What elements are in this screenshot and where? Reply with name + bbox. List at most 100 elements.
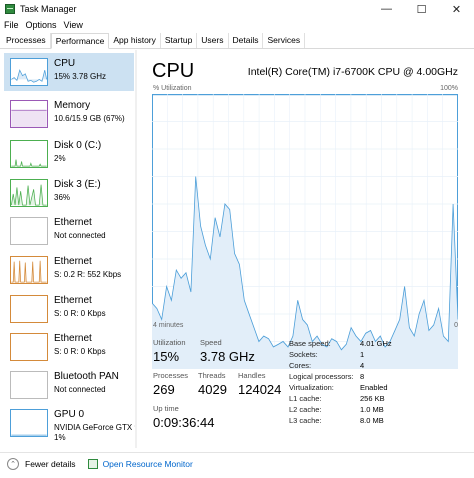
chevron-up-icon[interactable]: ⌃ [7, 457, 19, 470]
l2-cache-value: 1.0 MB [360, 405, 384, 414]
bluetooth-thumbnail-graph [10, 371, 48, 399]
logical-processors-value: 8 [360, 372, 365, 381]
l1-cache-label: L1 cache: [289, 394, 322, 403]
sidebar-item-label: Ethernet [54, 256, 92, 267]
sidebar-item-label: Disk 3 (E:) [54, 179, 101, 190]
ethernet-2-thumb-line [11, 260, 47, 283]
menu-options[interactable]: Options [26, 20, 57, 30]
fewer-details-link[interactable]: Fewer details [25, 459, 76, 469]
sidebar-scrollbar[interactable] [135, 50, 137, 448]
tab-performance[interactable]: Performance [50, 33, 110, 49]
memory-thumbnail-graph [10, 100, 48, 128]
sidebar-item-label: GPU 0 [54, 409, 85, 420]
l1-cache-value: 256 KB [360, 394, 385, 403]
maximize-button[interactable]: ☐ [404, 0, 439, 18]
sockets-label: Sockets: [289, 350, 318, 359]
base-speed-label: Base speed: [289, 339, 331, 348]
minimize-button[interactable]: — [369, 0, 404, 18]
tab-app-history[interactable]: App history [109, 33, 161, 48]
sidebar-item-label: CPU [54, 58, 76, 69]
sidebar-item-ethernet-3[interactable]: Ethernet S: 0 R: 0 Kbps [4, 290, 134, 328]
open-resource-monitor-link[interactable]: Open Resource Monitor [103, 459, 193, 469]
window-title: Task Manager [20, 4, 77, 14]
sidebar-item-detail: Not connected [54, 385, 106, 394]
cpu-utilization-graph [152, 94, 458, 369]
sidebar-item-detail: S: 0 R: 0 Kbps [54, 347, 106, 356]
sidebar-item-disk-3[interactable]: Disk 3 (E:) 36% [4, 174, 134, 212]
window-controls: — ☐ ✕ [369, 0, 474, 18]
threads-label: Threads [198, 371, 226, 380]
sidebar-item-label: Disk 0 (C:) [54, 140, 102, 151]
speed-label: Speed [200, 338, 222, 347]
sidebar-item-detail: Not connected [54, 231, 106, 240]
sidebar-item-detail: S: 0.2 R: 552 Kbps [54, 270, 122, 279]
disk-3-thumbnail-graph [10, 179, 48, 207]
sidebar-item-detail: NVIDIA GeForce GTX 97 [54, 423, 137, 432]
menu-bar: File Options View [0, 18, 474, 32]
sidebar-item-gpu-0[interactable]: GPU 0 NVIDIA GeForce GTX 97 1% [4, 404, 137, 446]
tab-services[interactable]: Services [263, 33, 306, 48]
graph-y-max: 100% [440, 85, 458, 92]
menu-view[interactable]: View [64, 20, 83, 30]
sidebar-item-label: Ethernet [54, 217, 92, 228]
utilization-label: Utilization [153, 338, 186, 347]
sidebar-item-label: Ethernet [54, 333, 92, 344]
tab-startup[interactable]: Startup [161, 33, 198, 48]
handles-value: 124024 [238, 382, 282, 397]
tab-users[interactable]: Users [197, 33, 229, 48]
graph-y-label: % Utilization [153, 85, 192, 92]
sidebar-item-detail: 2% [54, 154, 66, 163]
disk-0-thumb-line [11, 159, 47, 167]
sidebar-item-ethernet-4[interactable]: Ethernet S: 0 R: 0 Kbps [4, 328, 134, 366]
sidebar-item-disk-0[interactable]: Disk 0 (C:) 2% [4, 135, 134, 173]
gpu-thumbnail-graph [10, 409, 48, 437]
close-button[interactable]: ✕ [439, 0, 474, 18]
sockets-value: 1 [360, 350, 365, 359]
sidebar-item-ethernet-1[interactable]: Ethernet Not connected [4, 212, 134, 250]
l3-cache-value: 8.0 MB [360, 416, 384, 425]
sidebar-item-label: Bluetooth PAN [54, 371, 119, 382]
disk-3-thumb-line [11, 184, 47, 206]
base-speed-value: 4.01 GHz [360, 339, 392, 348]
sidebar-item-detail: 15% 3.78 GHz [54, 72, 107, 81]
sidebar-item-bluetooth-pan[interactable]: Bluetooth PAN Not connected [4, 366, 134, 404]
page-title: CPU [152, 60, 195, 82]
sidebar-item-detail: S: 0 R: 0 Kbps [54, 309, 106, 318]
virtualization-value: Enabled [360, 383, 388, 392]
tab-details[interactable]: Details [229, 33, 264, 48]
ethernet-2-thumbnail-graph [10, 256, 48, 284]
task-manager-icon [5, 4, 15, 14]
ethernet-4-thumbnail-graph [10, 333, 48, 361]
cpu-thumb-line [11, 69, 47, 83]
title-bar: Task Manager — ☐ ✕ [0, 0, 474, 18]
tab-strip: Processes Performance App history Startu… [0, 33, 474, 49]
cores-value: 4 [360, 361, 365, 370]
sidebar-item-memory[interactable]: Memory 10.6/15.9 GB (67%) [4, 95, 134, 133]
resource-sidebar: CPU 15% 3.78 GHz Memory 10.6/15.9 GB (67… [0, 50, 137, 448]
processes-value: 269 [153, 382, 175, 397]
graph-time-zero: 0 [454, 322, 458, 329]
cpu-thumbnail-graph [10, 58, 48, 86]
sidebar-item-ethernet-2[interactable]: Ethernet S: 0.2 R: 552 Kbps [4, 251, 134, 289]
speed-value: 3.78 GHz [200, 349, 255, 364]
sidebar-item-cpu[interactable]: CPU 15% 3.78 GHz [4, 53, 134, 91]
virtualization-label: Virtualization: [289, 383, 334, 392]
processes-label: Processes [153, 371, 189, 380]
sidebar-item-label: Ethernet [54, 295, 92, 306]
cpu-detail-panel: CPU Intel(R) Core(TM) i7-6700K CPU @ 4.0… [146, 50, 466, 448]
sidebar-item-detail: 36% [54, 193, 71, 202]
tab-processes[interactable]: Processes [2, 33, 51, 48]
sidebar-item-detail-2: 1% [54, 433, 66, 442]
sidebar-item-detail: 10.6/15.9 GB (67%) [54, 114, 125, 123]
uptime-label: Up time [153, 404, 179, 413]
graph-time-span: 4 minutes [153, 322, 184, 329]
cpu-model-name: Intel(R) Core(TM) i7-6700K CPU @ 4.00GHz [247, 66, 458, 78]
ethernet-3-thumbnail-graph [10, 295, 48, 323]
uptime-value: 0:09:36:44 [153, 415, 215, 430]
handles-label: Handles [238, 371, 266, 380]
resource-monitor-icon [87, 458, 98, 469]
utilization-value: 15% [153, 349, 180, 364]
threads-value: 4029 [198, 382, 227, 397]
menu-file[interactable]: File [4, 20, 19, 30]
memory-thumb-fill [11, 110, 47, 127]
